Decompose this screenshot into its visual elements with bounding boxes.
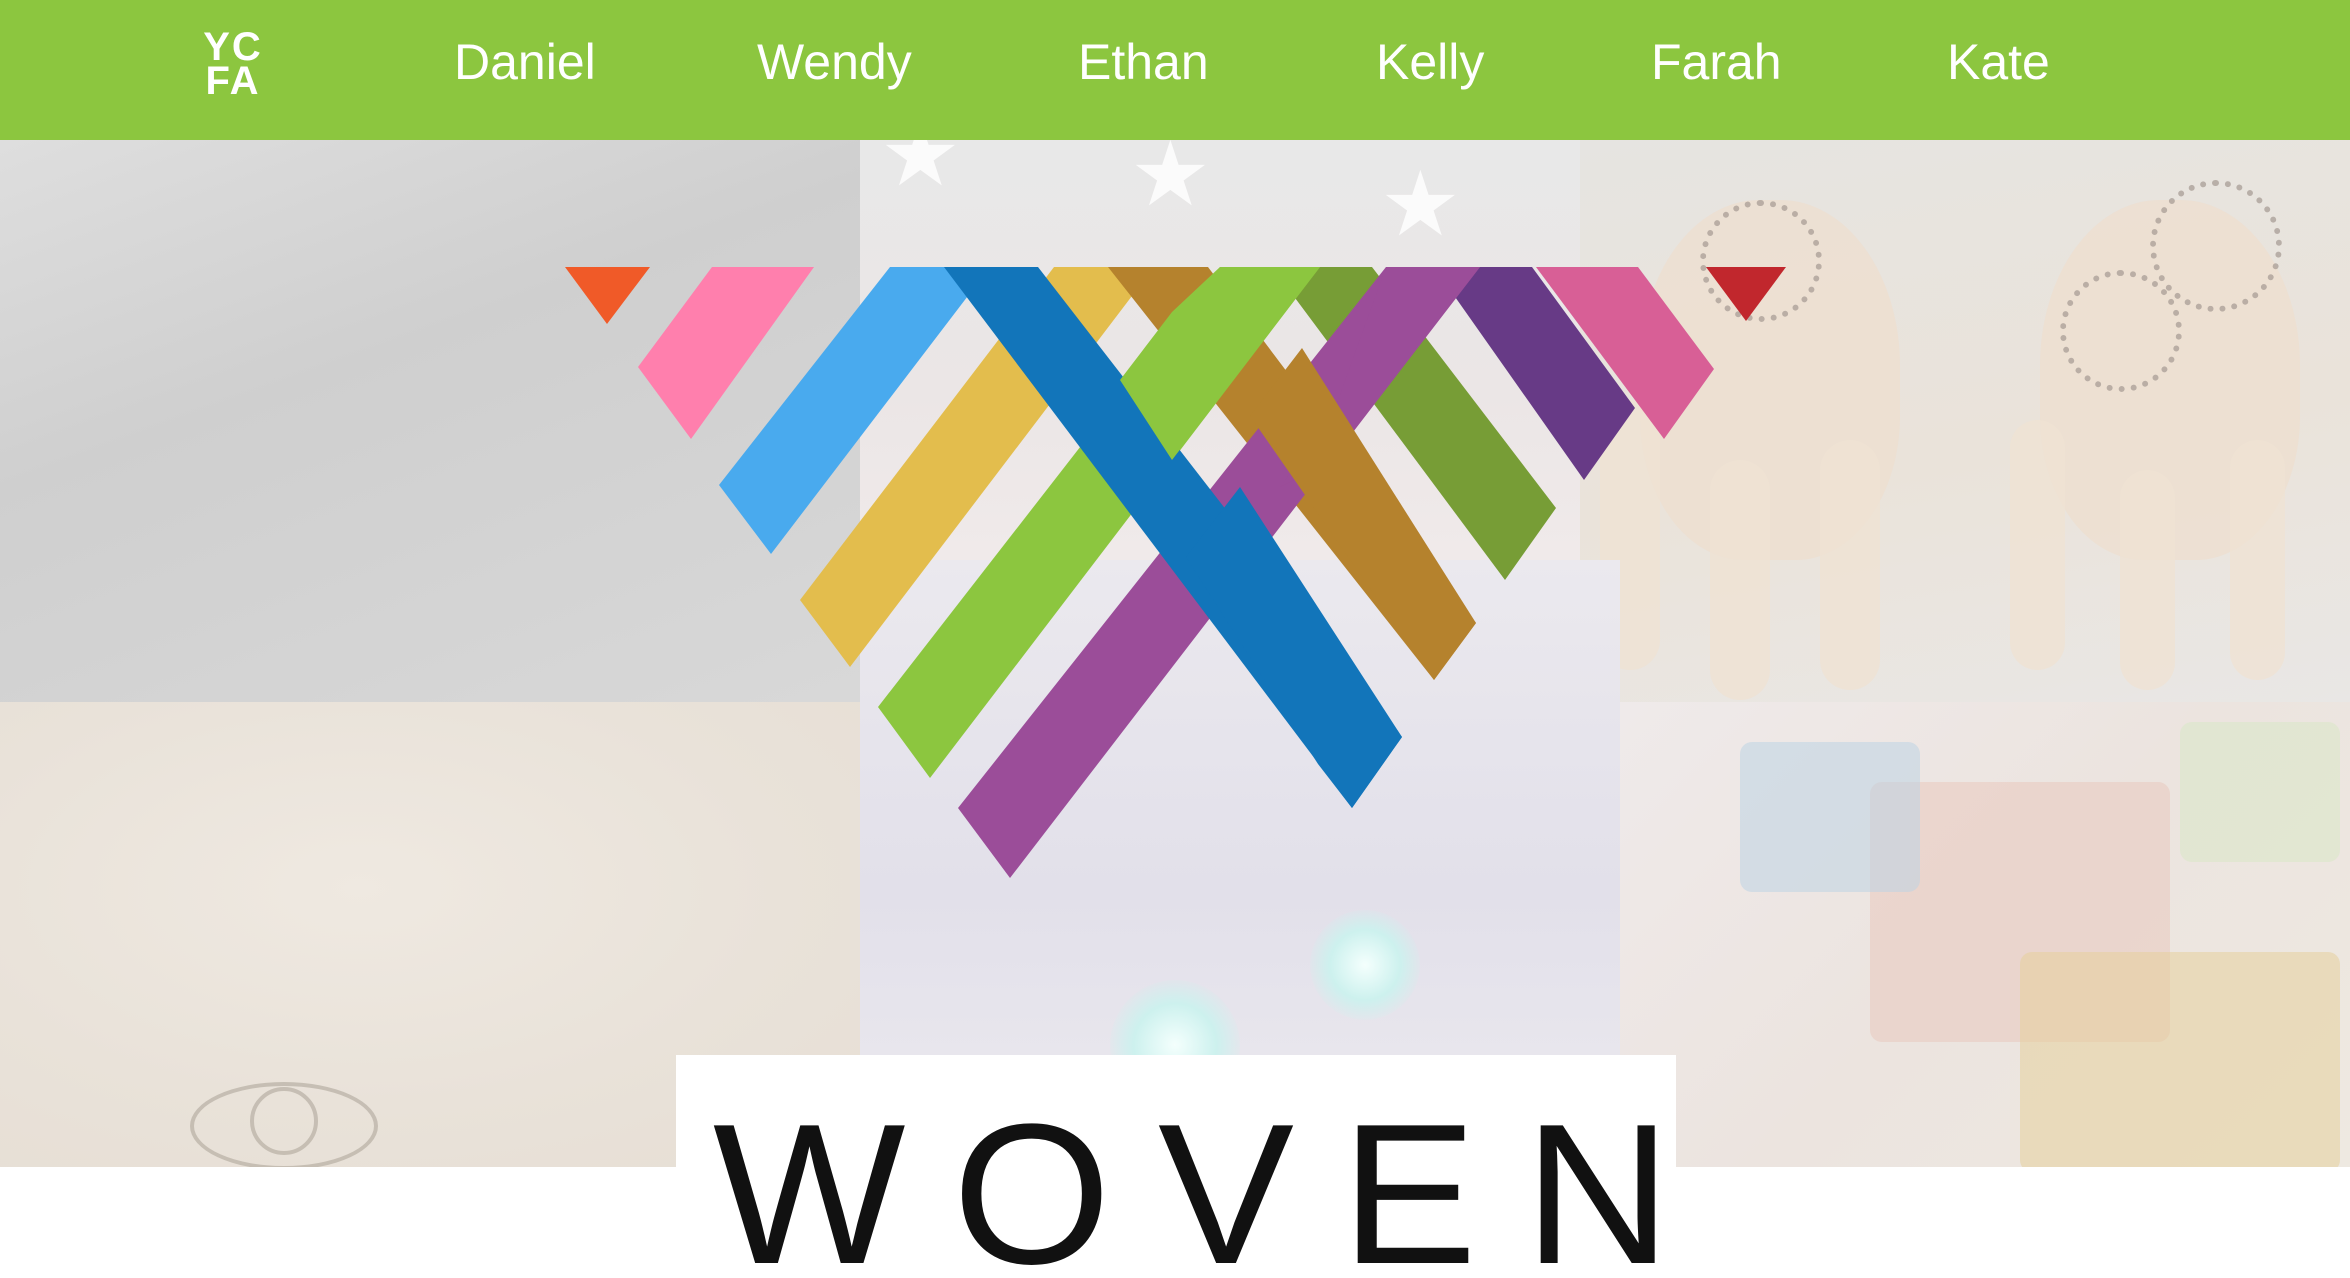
nav-item-farah[interactable]: Farah: [1651, 30, 1782, 94]
ycfa-logo-link[interactable]: YC FA: [196, 27, 270, 104]
star-shape: ★: [1130, 140, 1211, 225]
henna-pattern: [2150, 180, 2282, 312]
woven-logo-mark: [565, 267, 1786, 878]
woven-wordmark-text: WOVEN: [712, 1083, 1719, 1278]
logo-triangle-red: [1706, 267, 1786, 321]
star-shape: ★: [1380, 155, 1461, 255]
henna-pattern: [2060, 270, 2182, 392]
nav-item-kate[interactable]: Kate: [1947, 30, 2050, 94]
star-shape: ★: [880, 140, 961, 205]
light-glow: [1310, 910, 1420, 1020]
fabric-piece: [2020, 952, 2340, 1167]
logo-triangle-orange: [565, 267, 650, 324]
finger-shape: [2010, 420, 2065, 670]
iris-sketch: [250, 1087, 318, 1155]
nav-item-ethan[interactable]: Ethan: [1078, 30, 1209, 94]
top-nav-bar: YC FA Daniel Wendy Ethan Kelly Farah Kat…: [0, 0, 2350, 140]
nav-item-daniel[interactable]: Daniel: [454, 30, 596, 94]
fabric-piece: [2180, 722, 2340, 862]
finger-shape: [1820, 440, 1880, 690]
nav-item-wendy[interactable]: Wendy: [757, 30, 912, 94]
nav-item-kelly[interactable]: Kelly: [1376, 30, 1484, 94]
woven-wordmark-box: WOVEN: [676, 1055, 1676, 1278]
finger-shape: [2120, 470, 2175, 690]
page: YC FA Daniel Wendy Ethan Kelly Farah Kat…: [0, 0, 2350, 1278]
finger-shape: [2230, 440, 2285, 680]
logo-text-bottom: FA: [205, 59, 261, 103]
